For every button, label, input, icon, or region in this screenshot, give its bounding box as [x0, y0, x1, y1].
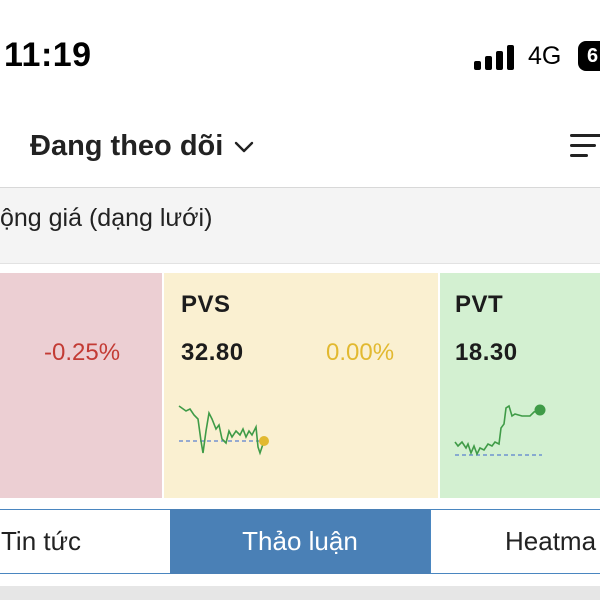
divider — [0, 586, 600, 600]
chevron-down-icon — [235, 141, 254, 152]
cellular-signal-icon — [474, 44, 516, 70]
sparkline-chart — [178, 405, 269, 456]
tab-news[interactable]: Tin tức — [0, 509, 171, 574]
stock-price: 32.80 — [181, 339, 244, 366]
stock-card[interactable]: PVT 18.30 — [440, 273, 600, 498]
battery-level: 6 — [587, 45, 599, 67]
watchlist-title: Đang theo dõi — [30, 130, 224, 162]
network-type: 4G — [528, 42, 562, 70]
stock-symbol: PVT — [455, 291, 504, 318]
content-tabs: Tin tức Thảo luận Heatma — [0, 509, 600, 574]
watchlist-selector[interactable]: Đang theo dõi — [30, 130, 255, 163]
stock-grid: -0.25% PVS 32.80 0.00% PVT 18.30 — [0, 273, 600, 498]
battery-icon: 6 — [578, 41, 600, 71]
stock-change: 0.00% — [326, 339, 395, 366]
sparkline-chart — [454, 404, 546, 456]
status-bar: 11:19 4G 6 — [0, 0, 600, 110]
sort-lines-icon[interactable] — [570, 132, 600, 160]
stock-change: -0.25% — [44, 339, 121, 366]
stock-card[interactable]: PVS 32.80 0.00% — [164, 273, 438, 498]
clock: 11:19 — [4, 36, 92, 74]
section-title: ộng giá (dạng lưới) — [0, 204, 213, 232]
tab-heatmap[interactable]: Heatma — [430, 509, 600, 574]
stock-price: 18.30 — [455, 339, 518, 366]
stock-symbol: PVS — [181, 291, 231, 318]
app-header: Đang theo dõi — [0, 110, 600, 188]
section-header: ộng giá (dạng lưới) — [0, 188, 600, 264]
stock-card[interactable]: -0.25% — [0, 273, 162, 498]
tab-discussion[interactable]: Thảo luận — [170, 509, 430, 574]
